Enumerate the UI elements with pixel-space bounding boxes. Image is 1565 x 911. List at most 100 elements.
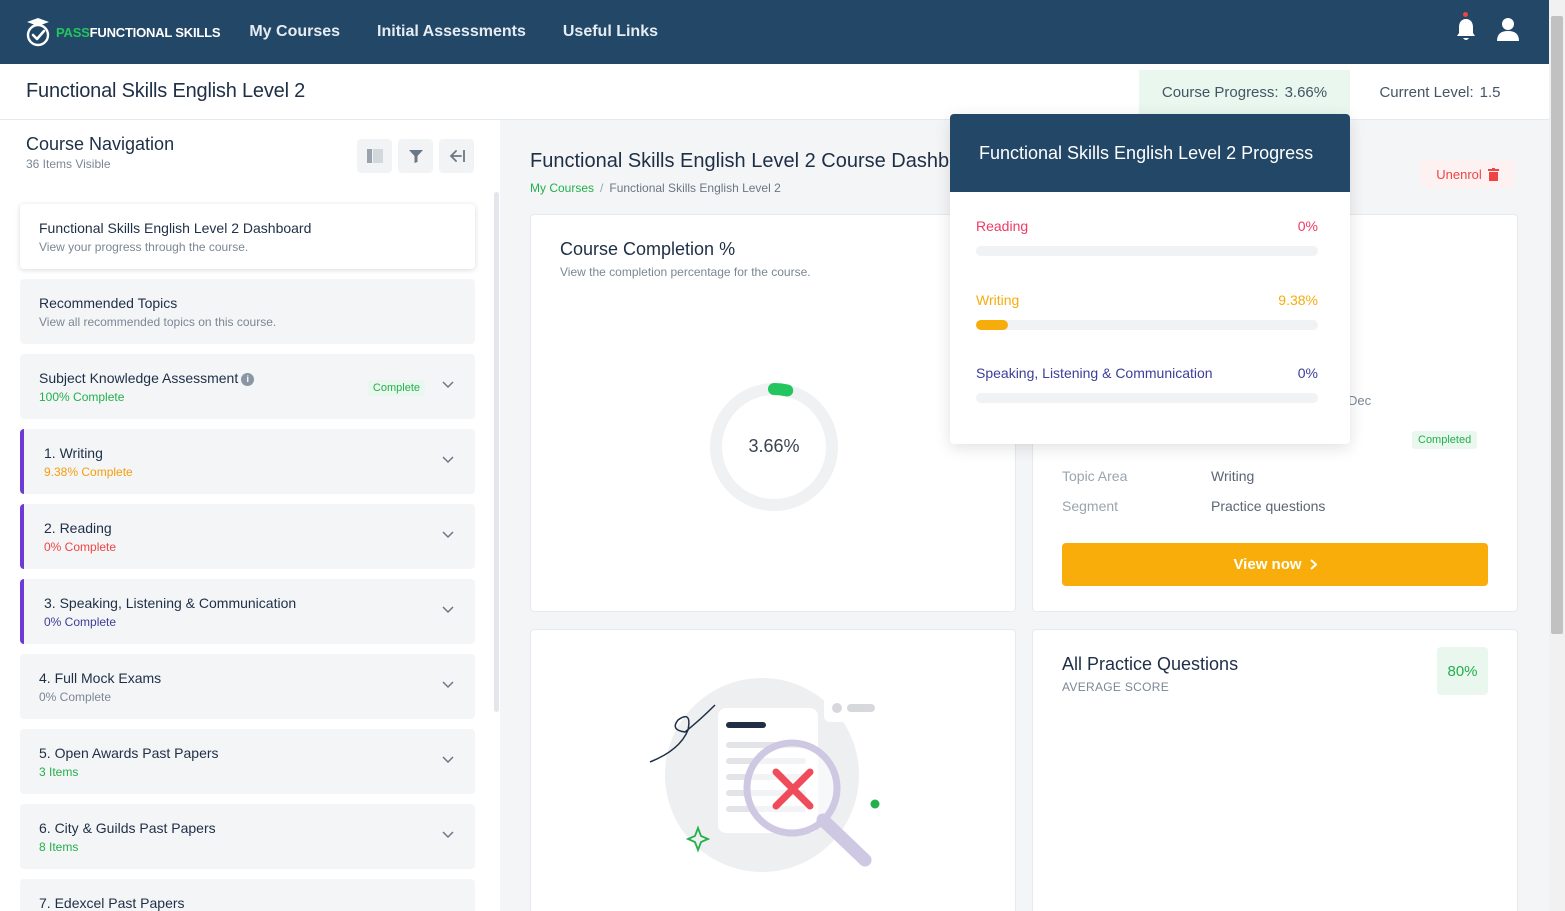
sidebar-item-subject-knowledge-assessment[interactable]: Subject Knowledge Assessment i 100% Compl… xyxy=(20,354,475,419)
sidebar-item-writing[interactable]: 1. Writing 9.38% Complete xyxy=(20,429,475,494)
top-navbar: PASSFUNCTIONAL SKILLS My Courses Initial… xyxy=(0,0,1549,64)
sidebar-item-dashboard[interactable]: Functional Skills English Level 2 Dashbo… xyxy=(20,204,475,269)
popover-row-writing: Writing 9.38% xyxy=(976,292,1318,330)
progress-bar xyxy=(976,393,1318,403)
trash-icon xyxy=(1487,167,1499,181)
segment-value: Practice questions xyxy=(1211,498,1326,514)
popover-row-label: Writing xyxy=(976,292,1020,308)
page-title: Functional Skills English Level 2 xyxy=(26,80,306,102)
chevron-down-icon[interactable] xyxy=(441,453,455,467)
filter-icon xyxy=(408,149,423,163)
breadcrumb-my-courses[interactable]: My Courses xyxy=(530,181,594,195)
filter-button[interactable] xyxy=(398,139,433,173)
notification-dot xyxy=(1463,12,1468,17)
chevron-down-icon[interactable] xyxy=(441,378,455,392)
status-badge: Complete xyxy=(367,380,425,396)
topic-area-key: Topic Area xyxy=(1062,468,1128,484)
practice-subtitle: AVERAGE SCORE xyxy=(1062,680,1170,694)
sidebar-item-title: 2. Reading xyxy=(44,520,112,536)
page-scrollbar-thumb[interactable] xyxy=(1551,16,1563,634)
brand-logo[interactable]: PASSFUNCTIONAL SKILLS xyxy=(24,16,221,48)
toggle-layout-button[interactable] xyxy=(357,139,392,173)
logo-text: PASSFUNCTIONAL SKILLS xyxy=(56,24,221,40)
popover-title: Functional Skills English Level 2 Progre… xyxy=(950,114,1350,192)
dashboard-title: Functional Skills English Level 2 Course… xyxy=(530,150,950,172)
current-level-value: 1.5 xyxy=(1479,83,1501,101)
completion-subtitle: View the completion percentage for the c… xyxy=(560,265,811,279)
sidebar-item-subtitle: 0% Complete xyxy=(44,615,117,629)
sidebar-item-title: 6. City & Guilds Past Papers xyxy=(39,820,216,836)
chevron-down-icon[interactable] xyxy=(441,603,455,617)
popover-row-reading: Reading 0% xyxy=(976,218,1318,256)
chevron-down-icon[interactable] xyxy=(441,828,455,842)
logo-shield-icon xyxy=(26,18,50,47)
breadcrumb-current: Functional Skills English Level 2 xyxy=(609,181,781,195)
sidebar-item-title: 5. Open Awards Past Papers xyxy=(39,745,219,761)
unenrol-label: Unenrol xyxy=(1436,166,1482,182)
popover-row-label: Reading xyxy=(976,218,1029,234)
notifications-bell-icon[interactable] xyxy=(1455,12,1477,42)
sidebar-item-city-guilds[interactable]: 6. City & Guilds Past Papers 8 Items xyxy=(20,804,475,869)
info-icon[interactable]: i xyxy=(241,373,255,386)
view-now-label: View now xyxy=(1233,556,1302,573)
breadcrumb: My Courses / Functional Skills English Lev… xyxy=(530,181,781,195)
sidebar-item-recommended-topics[interactable]: Recommended Topics View all recommended … xyxy=(20,279,475,344)
sidebar-item-subtitle: View all recommended topics on this cour… xyxy=(39,315,277,329)
nav-initial-assessments[interactable]: Initial Assessments xyxy=(377,23,526,41)
sidebar-item-reading[interactable]: 2. Reading 0% Complete xyxy=(20,504,475,569)
sidebar-items-count: 36 Items Visible xyxy=(26,157,111,171)
sidebar-item-full-mock-exams[interactable]: 4. Full Mock Exams 0% Complete xyxy=(20,654,475,719)
chevron-down-icon[interactable] xyxy=(441,528,455,542)
topic-completed-badge: Completed xyxy=(1412,431,1478,449)
sidebar-item-edexcel[interactable]: 7. Edexcel Past Papers xyxy=(20,879,475,911)
current-level-pill[interactable]: Current Level: 1.5 xyxy=(1360,70,1520,114)
page-header: Functional Skills English Level 2 Course… xyxy=(0,64,1549,120)
chevron-down-icon[interactable] xyxy=(441,753,455,767)
sidebar-item-title: 4. Full Mock Exams xyxy=(39,670,162,686)
no-results-illustration xyxy=(649,678,882,872)
collapse-sidebar-button[interactable] xyxy=(439,139,474,173)
topic-area-value: Writing xyxy=(1211,468,1255,484)
segment-row: Segment xyxy=(1062,498,1118,514)
sidebar-item-title: Subject Knowledge Assessment xyxy=(39,370,239,386)
sidebar-item-subtitle: 8 Items xyxy=(39,840,79,854)
segment-value-row: Practice questions xyxy=(1211,498,1325,514)
sidebar-item-open-awards[interactable]: 5. Open Awards Past Papers 3 Items xyxy=(20,729,475,794)
sidebar-scrollbar[interactable] xyxy=(494,192,499,712)
chevron-down-icon[interactable] xyxy=(441,678,455,692)
nav-useful-links[interactable]: Useful Links xyxy=(563,23,658,41)
chevron-right-icon xyxy=(1309,559,1317,570)
completion-title: Course Completion % xyxy=(560,239,736,259)
nav-my-courses[interactable]: My Courses xyxy=(249,23,340,41)
completion-value: 3.66% xyxy=(748,436,800,456)
sidebar-item-speaking-listening[interactable]: 3. Speaking, Listening & Communication 0… xyxy=(20,579,475,644)
practice-title: All Practice Questions xyxy=(1062,654,1239,674)
progress-popover: Functional Skills English Level 2 Progre… xyxy=(950,114,1350,444)
course-navigation-sidebar: Course Navigation 36 Items Visible Funct… xyxy=(0,120,500,911)
sidebar-item-title: Recommended Topics xyxy=(39,295,178,311)
topic-area-row: Topic Area xyxy=(1062,468,1127,484)
current-level-label: Current Level: xyxy=(1379,83,1474,101)
popover-row-value: 0% xyxy=(1297,365,1318,381)
collapse-left-icon xyxy=(449,150,465,162)
course-progress-value: 3.66% xyxy=(1284,83,1328,101)
layout-panel-icon xyxy=(366,149,383,163)
sidebar-item-subtitle: 3 Items xyxy=(39,765,79,779)
sidebar-item-subtitle: View your progress through the course. xyxy=(39,240,249,254)
topic-area-value-row: Writing xyxy=(1211,468,1254,484)
course-progress-label: Course Progress: xyxy=(1161,83,1279,101)
progress-bar-fill xyxy=(976,320,1009,330)
user-account-icon[interactable] xyxy=(1497,17,1519,41)
sidebar-item-title: 3. Speaking, Listening & Communication xyxy=(44,595,297,611)
sidebar-item-title: Functional Skills English Level 2 Dashbo… xyxy=(39,220,312,236)
unenrol-button[interactable]: Unenrol xyxy=(1420,160,1515,188)
progress-bar xyxy=(976,320,1318,330)
view-now-button[interactable]: View now xyxy=(1062,543,1488,586)
average-score-badge: 80% xyxy=(1437,647,1488,695)
course-progress-pill[interactable]: Course Progress: 3.66% xyxy=(1139,70,1350,114)
popover-row-value: 0% xyxy=(1297,218,1318,234)
segment-key: Segment xyxy=(1062,498,1119,514)
sidebar-title: Course Navigation xyxy=(26,134,175,154)
topic-partial-text: Dec xyxy=(1348,393,1372,408)
sidebar-item-title: 7. Edexcel Past Papers xyxy=(39,895,185,911)
